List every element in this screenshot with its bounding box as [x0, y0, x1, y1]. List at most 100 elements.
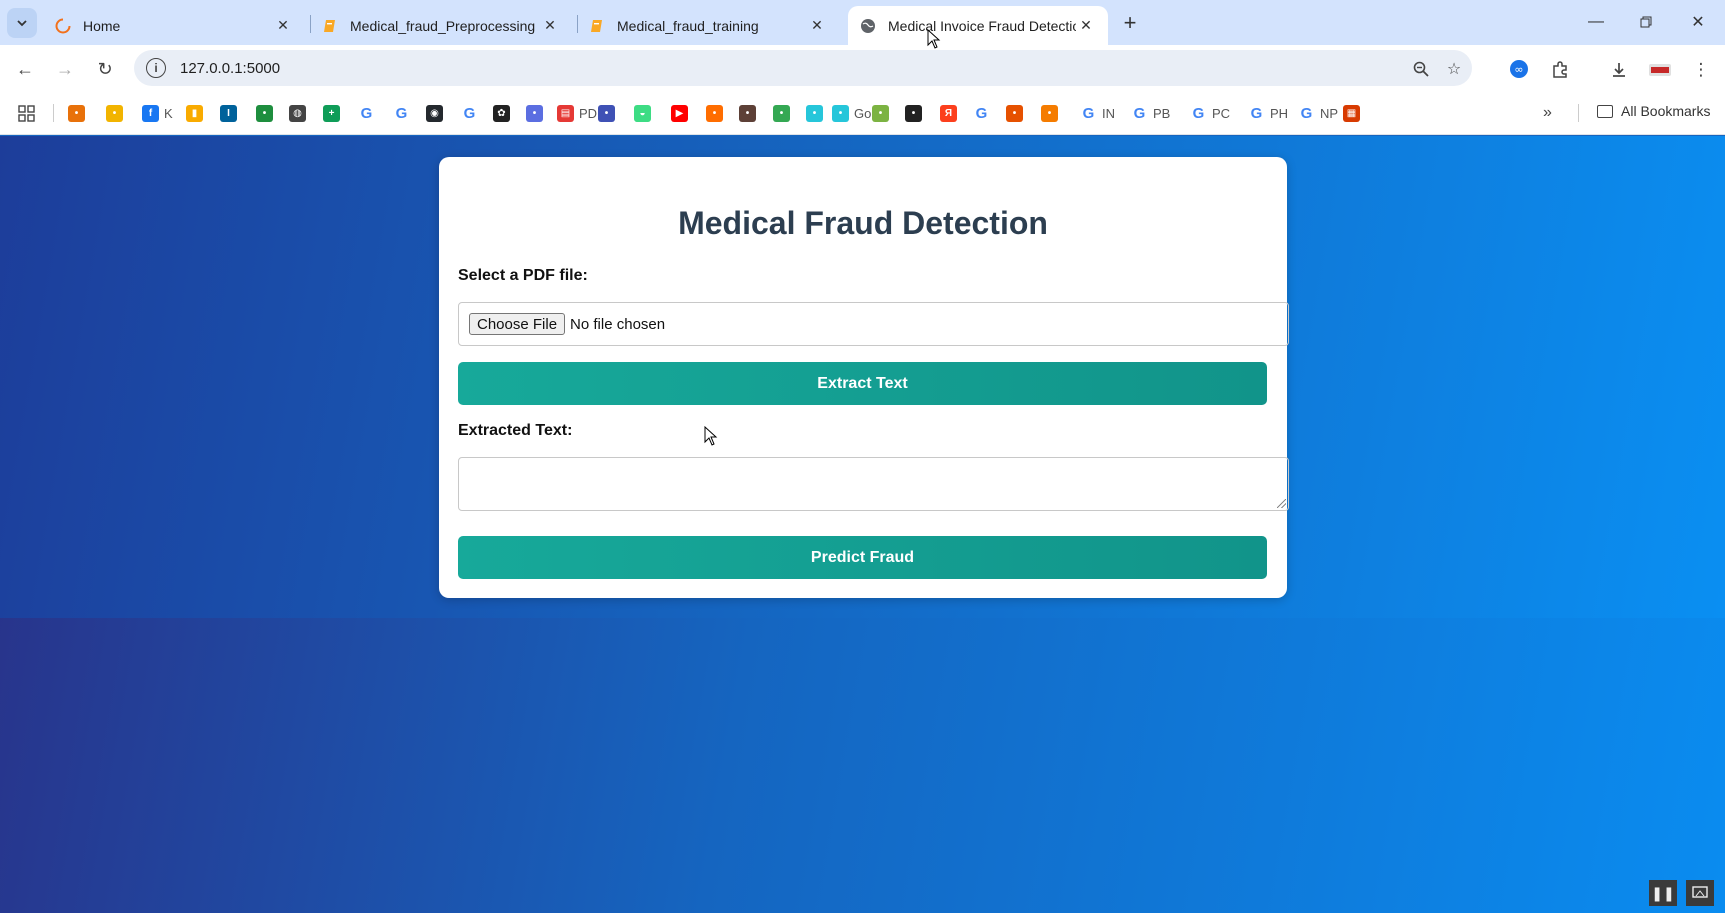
resize-grip-icon[interactable]	[1277, 499, 1286, 508]
bookmark-item[interactable]: I	[220, 103, 237, 123]
bookmark-label: PB	[1153, 105, 1171, 121]
reload-button[interactable]: ↻	[91, 55, 119, 83]
bookmark-item[interactable]: ◒	[634, 103, 651, 123]
bookmark-item[interactable]: •	[106, 103, 123, 123]
tab-search-button[interactable]	[7, 8, 37, 38]
extract-text-button[interactable]: Extract Text	[458, 362, 1267, 405]
bookmark-item[interactable]: ✿	[493, 103, 510, 123]
tab-fraud-detection[interactable]: Medical Invoice Fraud Detection ✕	[848, 6, 1108, 45]
fraud-detection-card: Medical Fraud Detection Select a PDF fil…	[439, 157, 1289, 598]
google-icon: G	[1192, 104, 1205, 122]
extracted-text-label: Extracted Text:	[458, 422, 573, 439]
bookmark-item[interactable]: •	[256, 103, 273, 123]
bookmark-item[interactable]: •	[68, 103, 85, 123]
bookmark-item[interactable]: ◉	[426, 103, 443, 123]
svg-text:∞: ∞	[1514, 63, 1523, 76]
pause-button[interactable]: ❚❚	[1649, 880, 1677, 906]
page-viewport: Medical Fraud Detection Select a PDF fil…	[0, 136, 1725, 913]
reload-icon: ↻	[97, 58, 113, 79]
pdf-icon: ▤	[557, 104, 574, 122]
bookmark-item[interactable]: Я	[940, 103, 957, 123]
url-text[interactable]: 127.0.0.1:5000	[180, 60, 280, 77]
bookmark-item[interactable]: G	[973, 103, 990, 123]
screen-icon	[1692, 886, 1708, 898]
bookmark-item[interactable]: fK	[142, 103, 173, 123]
close-icon[interactable]: ✕	[807, 16, 827, 36]
bookmark-item[interactable]: ▶	[671, 103, 688, 123]
new-tab-button[interactable]: +	[1117, 10, 1143, 36]
bookmark-icon: •	[773, 104, 790, 122]
tab-strip: Home ✕ Medical_fraud_Preprocessing ✕ Med…	[0, 0, 1725, 45]
bookmark-item[interactable]: •	[872, 103, 889, 123]
extracted-text-area[interactable]	[458, 457, 1289, 511]
facebook-icon: f	[142, 104, 159, 122]
tab-title: Medical Invoice Fraud Detection	[888, 17, 1076, 34]
bookmark-item[interactable]: •	[739, 103, 756, 123]
ieee-icon: I	[220, 104, 237, 122]
tab-preprocessing[interactable]: Medical_fraud_Preprocessing ✕	[310, 6, 572, 45]
bookmark-item[interactable]: G	[393, 103, 410, 123]
menu-kebab-icon[interactable]: ⋮	[1690, 59, 1712, 81]
address-bar[interactable]: i 127.0.0.1:5000 ☆	[134, 50, 1472, 86]
bookmark-item[interactable]: •	[598, 103, 615, 123]
forward-button[interactable]: →	[51, 55, 79, 83]
bookmark-label: PC	[1212, 105, 1231, 121]
bookmark-item[interactable]: ▦	[1343, 103, 1360, 123]
bookmark-item[interactable]: •	[806, 103, 823, 123]
star-icon[interactable]: ☆	[1444, 59, 1464, 79]
close-window-button[interactable]: ✕	[1675, 8, 1721, 36]
apps-grid-icon[interactable]	[18, 103, 35, 123]
bookmark-item[interactable]: G NP	[1298, 103, 1338, 123]
mouse-cursor-icon	[927, 29, 941, 49]
restore-button[interactable]	[1623, 8, 1669, 36]
site-info-icon[interactable]: i	[146, 58, 166, 78]
bookmark-item[interactable]: •	[773, 103, 790, 123]
zoom-icon[interactable]	[1411, 59, 1431, 79]
all-bookmarks-button[interactable]: All Bookmarks	[1597, 103, 1710, 119]
back-button[interactable]: ←	[11, 55, 39, 83]
bookmark-item[interactable]: ▮	[186, 103, 203, 123]
choose-file-button[interactable]: Choose File	[469, 313, 566, 335]
page-title: Medical Fraud Detection	[678, 205, 1048, 241]
screen-share-button[interactable]	[1686, 880, 1714, 906]
google-icon: G	[395, 104, 408, 122]
bookmark-icon: •	[1041, 104, 1058, 122]
close-icon[interactable]: ✕	[1076, 16, 1096, 36]
bookmark-item[interactable]: G PH	[1248, 103, 1288, 123]
close-icon[interactable]: ✕	[540, 16, 560, 36]
extension-infinity-icon[interactable]: ∞	[1508, 58, 1530, 80]
all-bookmarks-label: All Bookmarks	[1621, 103, 1711, 119]
close-icon[interactable]: ✕	[273, 16, 293, 36]
pdf-file-input[interactable]: Choose File No file chosen	[458, 302, 1289, 346]
minimize-button[interactable]: —	[1573, 8, 1619, 36]
bookmark-item[interactable]: •	[1041, 103, 1058, 123]
more-bookmarks-chevron-icon[interactable]: »	[1543, 103, 1552, 123]
tab-home[interactable]: Home ✕	[43, 6, 305, 45]
bookmark-label: K	[164, 105, 173, 121]
bookmark-item[interactable]: • Go	[832, 103, 871, 123]
yandex-icon: Я	[940, 104, 957, 122]
profile-avatar-icon[interactable]	[1649, 59, 1671, 81]
folder-icon	[1597, 104, 1613, 118]
bookmark-item[interactable]: ◍	[289, 103, 306, 123]
bookmark-item[interactable]: G	[358, 103, 375, 123]
bookmark-item[interactable]: G PC	[1190, 103, 1230, 123]
bookmark-item[interactable]: •	[905, 103, 922, 123]
bookmark-label: PH	[1270, 105, 1289, 121]
bookmark-icon: •	[68, 104, 85, 122]
sheets-icon: +	[323, 104, 340, 122]
restore-icon	[1640, 16, 1652, 28]
bookmark-item[interactable]: +	[323, 103, 340, 123]
bookmark-item[interactable]: G IN	[1080, 103, 1115, 123]
arrow-left-icon: ←	[16, 58, 34, 79]
extensions-icon[interactable]	[1549, 59, 1571, 81]
predict-fraud-button[interactable]: Predict Fraud	[458, 536, 1267, 579]
bookmark-item[interactable]: •	[706, 103, 723, 123]
bookmark-item[interactable]: •	[526, 103, 543, 123]
bookmark-item[interactable]: •	[1006, 103, 1023, 123]
bookmark-item[interactable]: G PB	[1131, 103, 1171, 123]
tab-training[interactable]: Medical_fraud_training ✕	[577, 6, 839, 45]
bookmark-item[interactable]: G	[461, 103, 478, 123]
bookmark-icon: •	[739, 104, 756, 122]
download-icon[interactable]	[1608, 59, 1630, 81]
